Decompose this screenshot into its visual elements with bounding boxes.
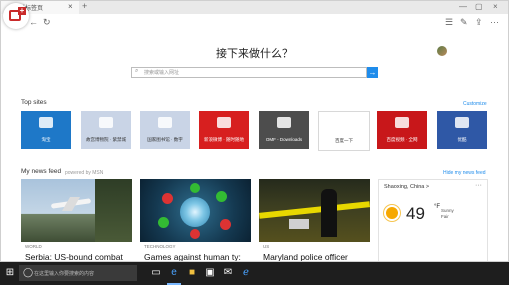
weather-unit: °F [434, 204, 441, 210]
refresh-icon[interactable]: ↻ [43, 17, 51, 28]
site-icon [395, 117, 409, 128]
news-image-game [140, 179, 251, 242]
new-tab-icon[interactable]: + [82, 1, 87, 11]
ie-icon[interactable]: ℯ [240, 267, 252, 279]
top-site-label: 百度视频 · 全网 [386, 137, 418, 142]
avatar[interactable] [437, 46, 447, 56]
weather-temperature: 49 [406, 204, 425, 223]
news-source: US [263, 244, 270, 249]
search-go-button[interactable]: → [367, 67, 378, 78]
site-icon [337, 118, 351, 129]
restore-icon[interactable]: ▢ [475, 2, 483, 11]
tab-close-icon[interactable]: × [68, 2, 73, 11]
news-image-police [259, 179, 370, 242]
news-card[interactable]: TECHNOLOGY Games against human ty: [140, 179, 251, 262]
search-icon: ⌕ [135, 68, 139, 74]
logo-badge: + [3, 3, 29, 29]
top-site-label: OMF - Downloads [265, 137, 303, 142]
site-icon [158, 117, 172, 128]
tab-bar: 新标签页 × + — ▢ × [1, 1, 508, 15]
search-placeholder: 搜索或输入网址 [144, 70, 180, 76]
share-icon[interactable]: ⇪ [475, 17, 483, 28]
cortana-icon: ◯ [23, 267, 34, 277]
top-site-tile[interactable]: 故宫博物院 · 紫禁城 [81, 111, 131, 149]
news-powered-by: powered by MSN [65, 170, 104, 176]
weather-location[interactable]: Shaoxing, China > [384, 184, 429, 190]
site-icon [99, 117, 113, 128]
weather-more-icon[interactable]: ··· [475, 182, 482, 189]
start-icon[interactable]: ⊞ [4, 267, 16, 279]
toolbar: ← ↻ ☰ ✎ ⇪ ··· [1, 14, 508, 31]
top-site-label: 故宫博物院 · 紫禁城 [86, 137, 126, 142]
taskbar-search-text: 在这里输入你要搜索的内容 [34, 271, 95, 277]
site-icon [277, 117, 291, 128]
minimize-icon[interactable]: — [459, 2, 467, 11]
mail-icon[interactable]: ✉ [222, 267, 234, 279]
news-title: Serbia: US-bound combat [25, 252, 123, 262]
news-card[interactable]: US Maryland police officer [259, 179, 370, 262]
news-title: Maryland police officer [263, 252, 348, 262]
hide-news-link[interactable]: Hide my news feed [443, 170, 486, 176]
browser-window: 新标签页 × + — ▢ × ← ↻ ☰ ✎ ⇪ ··· 接下来做什么？ ⌕ 搜… [0, 0, 509, 262]
news-card[interactable]: WORLD Serbia: US-bound combat [21, 179, 132, 262]
web-note-icon[interactable]: ✎ [460, 17, 468, 28]
top-site-tile[interactable]: 淘宝 [21, 111, 71, 149]
logo-plus: + [18, 6, 26, 15]
close-icon[interactable]: × [493, 2, 498, 11]
folder-icon[interactable]: ■ [186, 267, 198, 279]
weather-card[interactable]: Shaoxing, China > ··· 49 °F Sunny Fair [378, 179, 488, 261]
back-icon[interactable]: ← [29, 17, 38, 27]
top-site-label: 淘宝 [41, 137, 51, 142]
store-icon[interactable]: ▣ [204, 267, 216, 279]
site-icon [217, 117, 231, 128]
top-site-tile[interactable]: 国家图书馆 · 数字 [140, 111, 190, 149]
top-sites-heading: Top sites [21, 99, 47, 106]
news-image-airplane [21, 179, 132, 242]
top-site-label: 国家图书馆 · 数字 [147, 137, 183, 142]
sunny-icon [386, 207, 398, 219]
site-icon [455, 117, 469, 128]
top-site-label: 百度一下 [335, 138, 353, 143]
task-view-icon[interactable]: ▭ [150, 267, 162, 279]
page-headline: 接下来做什么？ [216, 48, 293, 60]
news-source: TECHNOLOGY [144, 244, 176, 249]
top-site-tile[interactable]: 百度一下 [318, 111, 370, 151]
taskbar: ⊞ ◯ 在这里输入你要搜索的内容 ▭ e ■ ▣ ✉ ℯ [0, 262, 509, 285]
news-source: WORLD [25, 244, 42, 249]
site-icon [39, 117, 53, 128]
top-site-label: 新浪微博 · 随时随地 [204, 137, 244, 142]
news-title: Games against human ty: [144, 252, 241, 262]
customize-link[interactable]: Customize [463, 101, 487, 107]
search-box[interactable]: ⌕ 搜索或输入网址 [131, 67, 367, 78]
weather-desc-line2: Fair [441, 214, 449, 219]
edge-icon[interactable]: e [168, 267, 180, 279]
top-site-tile[interactable]: OMF - Downloads [259, 111, 309, 149]
weather-description: Sunny Fair [441, 208, 454, 220]
taskbar-search[interactable]: ◯ 在这里输入你要搜索的内容 [19, 265, 137, 281]
top-site-label: 优酷 [457, 137, 467, 142]
top-site-tile[interactable]: 百度视频 · 全网 [377, 111, 427, 149]
top-site-tile[interactable]: 优酷 [437, 111, 487, 149]
top-site-tile[interactable]: 新浪微博 · 随时随地 [199, 111, 249, 149]
hub-icon[interactable]: ☰ [445, 17, 453, 28]
news-feed-heading: My news feed [21, 168, 62, 175]
more-icon[interactable]: ··· [490, 17, 499, 27]
